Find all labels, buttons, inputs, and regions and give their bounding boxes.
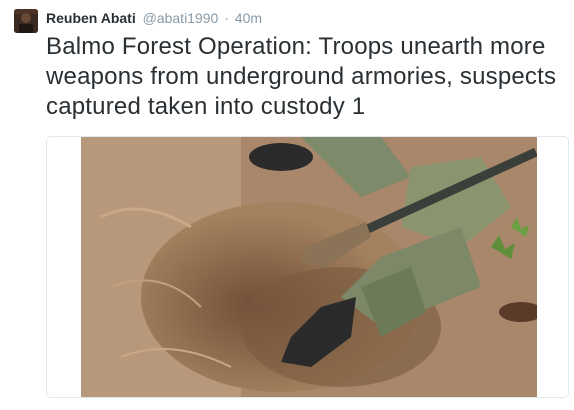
media-photo[interactable] xyxy=(81,137,537,397)
header-separator: · xyxy=(224,10,229,26)
tweet-timestamp[interactable]: 40m xyxy=(235,10,262,26)
photo-icon xyxy=(81,137,537,397)
tweet-header: Reuben Abati @abati1990 · 40m xyxy=(46,9,262,27)
avatar-image xyxy=(14,9,38,33)
author-avatar[interactable] xyxy=(14,9,38,33)
tweet-text: Balmo Forest Operation: Troops unearth m… xyxy=(46,33,557,120)
tweet-media[interactable] xyxy=(46,136,569,398)
author-name[interactable]: Reuben Abati xyxy=(46,10,136,26)
author-handle[interactable]: @abati1990 xyxy=(143,10,219,26)
